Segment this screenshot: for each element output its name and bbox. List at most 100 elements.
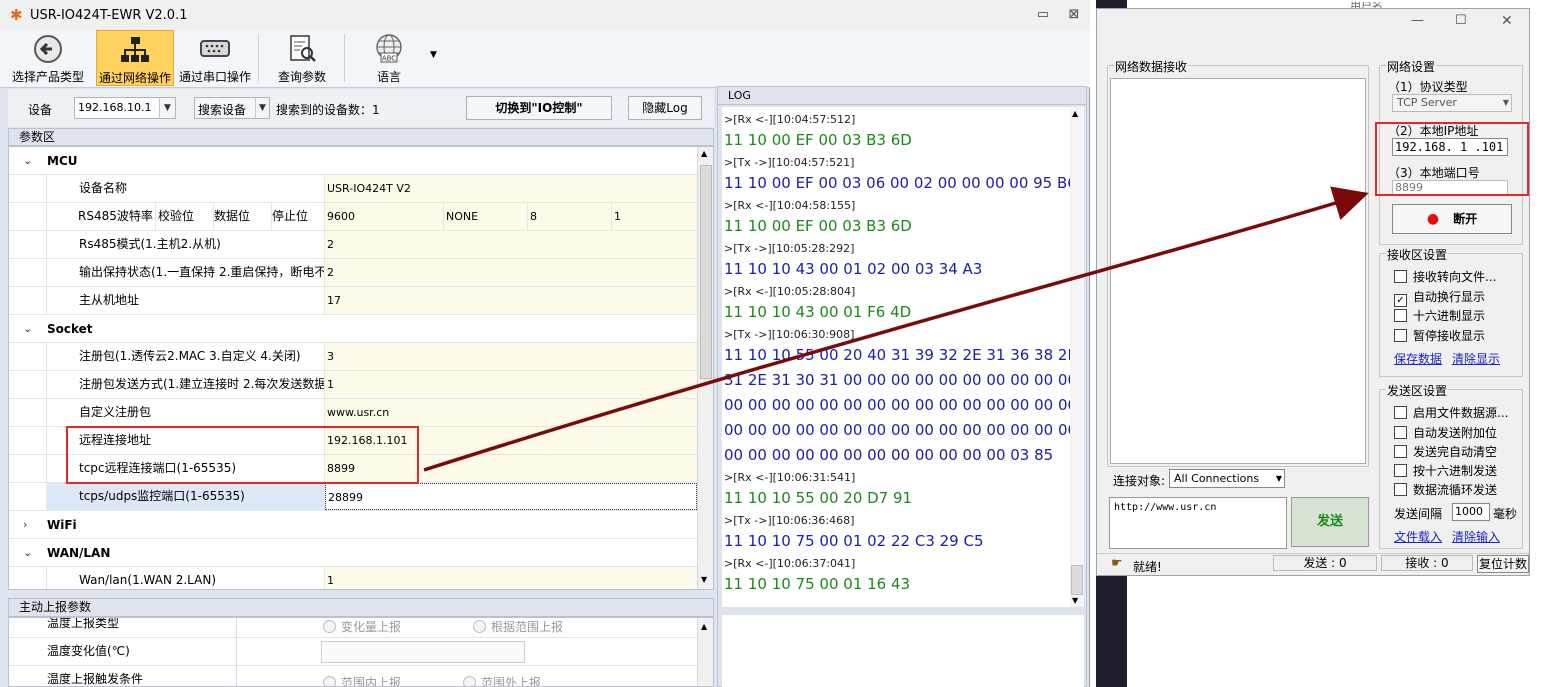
switch-io-control-button[interactable]: 切换到"IO控制": [466, 96, 612, 120]
param-value[interactable]: USR-IO424T V2: [325, 175, 697, 202]
send-textarea[interactable]: http://www.usr.cn: [1109, 497, 1287, 549]
param-grid-scrollbar[interactable]: ▲ ▼: [697, 147, 713, 589]
table-row[interactable]: 温度变化值(℃): [9, 638, 697, 666]
close-icon[interactable]: ✕: [1501, 13, 1513, 29]
group-name: WiFi: [47, 518, 77, 532]
hide-log-button[interactable]: 隐藏Log: [628, 96, 702, 120]
param-value[interactable]: 8: [527, 203, 611, 230]
radio-option[interactable]: 根据范围上报: [473, 618, 563, 635]
device-combo[interactable]: 192.168.10.1 ▼: [74, 97, 176, 119]
toolbar-serial-button[interactable]: 通过串口操作: [176, 30, 254, 86]
chevron-down-icon[interactable]: ⌄: [23, 154, 32, 167]
conn-label: 连接对象:: [1113, 474, 1166, 488]
search-device-button[interactable]: 搜索设备 ▼: [194, 97, 270, 119]
auto-wrap-checkbox[interactable]: 自动换行显示: [1394, 288, 1485, 307]
scroll-up-icon[interactable]: ▲: [701, 622, 707, 631]
temp-change-input[interactable]: [321, 641, 525, 663]
table-row[interactable]: Rs485模式(1.主机2.从机) 2: [9, 231, 697, 259]
interval-input[interactable]: 1000: [1452, 503, 1490, 521]
save-data-link[interactable]: 保存数据: [1394, 350, 1442, 367]
table-row[interactable]: 温度上报触发条件 范围内上报 范围外上报: [9, 666, 697, 686]
toolbar-query-button[interactable]: 查询参数: [264, 30, 340, 86]
table-row[interactable]: 自定义注册包 www.usr.cn: [9, 399, 697, 427]
chevron-down-icon[interactable]: ⌄: [23, 546, 32, 559]
param-value[interactable]: NONE: [443, 203, 527, 230]
param-value[interactable]: 28899: [325, 483, 697, 510]
radio-option[interactable]: 范围内上报: [323, 674, 401, 686]
group-socket[interactable]: ⌄ Socket: [9, 315, 697, 343]
loop-send-checkbox[interactable]: 数据流循环发送: [1394, 481, 1497, 498]
chevron-down-icon[interactable]: ▼: [1276, 470, 1282, 487]
language-dropdown-icon[interactable]: ▼: [430, 50, 437, 60]
table-row[interactable]: 输出保持状态(1.一直保持 2.重启保持，断电不 2: [9, 259, 697, 287]
pause-display-checkbox[interactable]: 暂停接收显示: [1394, 327, 1485, 344]
scrollbar-thumb[interactable]: [1071, 565, 1083, 595]
table-row[interactable]: 主从机地址 17: [9, 287, 697, 315]
minimize-button[interactable]: ▭: [1035, 8, 1051, 22]
param-value[interactable]: 3: [325, 343, 697, 370]
table-row[interactable]: 注册包(1.透传云2.MAC 3.自定义 4.关闭) 3: [9, 343, 697, 371]
recv-to-file-checkbox[interactable]: 接收转向文件...: [1394, 268, 1496, 285]
chevron-down-icon[interactable]: ▼: [159, 98, 175, 118]
append-bit-checkbox[interactable]: 自动发送附加位: [1394, 424, 1497, 441]
table-row[interactable]: 设备名称 USR-IO424T V2: [9, 175, 697, 203]
scroll-up-icon[interactable]: ▲: [701, 149, 707, 158]
toolbar-language-button[interactable]: ABC 语言: [352, 30, 426, 86]
table-row[interactable]: 温度上报类型 变化量上报 根据范围上报: [9, 618, 697, 638]
param-value[interactable]: 9600: [325, 203, 443, 230]
scrollbar-thumb[interactable]: [700, 165, 712, 379]
group-mcu[interactable]: ⌄ MCU: [9, 147, 697, 175]
param-value[interactable]: 1: [325, 371, 697, 398]
close-button[interactable]: ⊠: [1066, 8, 1082, 22]
recv-count: 接收 : 0: [1381, 555, 1473, 571]
radio-option[interactable]: 范围外上报: [463, 674, 541, 686]
param-value[interactable]: www.usr.cn: [325, 399, 697, 426]
param-value[interactable]: 2: [325, 259, 697, 286]
back-arrow-icon: [34, 35, 62, 63]
chevron-down-icon[interactable]: ▼: [255, 98, 269, 118]
minimize-icon[interactable]: —: [1411, 13, 1424, 28]
chevron-down-icon[interactable]: ▼: [1503, 95, 1509, 111]
proto-select[interactable]: TCP Server ▼: [1392, 94, 1512, 112]
report-grid: 温度上报类型 变化量上报 根据范围上报 温度变化值(℃) 温度上报触发条件 范围内上报…: [8, 617, 714, 687]
table-row[interactable]: RS485波特率 校验位 数据位 停止位 9600 NONE 8 1: [9, 203, 697, 231]
reset-count-button[interactable]: 复位计数: [1477, 555, 1529, 573]
param-key: 温度变化值(℃): [9, 638, 237, 665]
clear-display-link[interactable]: 清除显示: [1452, 350, 1500, 367]
query-doc-icon: [290, 35, 316, 62]
toolbar-select-product-button[interactable]: 选择产品类型: [8, 30, 88, 86]
chevron-right-icon[interactable]: ›: [23, 518, 27, 531]
hex-display-checkbox[interactable]: 十六进制显示: [1394, 307, 1485, 324]
param-value[interactable]: 17: [325, 287, 697, 314]
table-row[interactable]: Wan/lan(1.WAN 2.LAN) 1: [9, 567, 697, 589]
toolbar-network-button[interactable]: 通过网络操作: [96, 30, 174, 86]
conn-select[interactable]: All Connections ▼: [1169, 469, 1285, 488]
net-settings-title: 网络设置: [1386, 58, 1437, 75]
scroll-up-icon[interactable]: ▲: [1072, 109, 1078, 118]
param-value[interactable]: 1: [325, 567, 697, 589]
send-button[interactable]: 发送: [1291, 497, 1369, 547]
param-value[interactable]: 1: [611, 203, 697, 230]
group-wanlan[interactable]: ⌄ WAN/LAN: [9, 539, 697, 567]
hex-send-checkbox[interactable]: 按十六进制发送: [1394, 462, 1497, 479]
recv-textarea[interactable]: [1110, 78, 1366, 464]
clear-input-link[interactable]: 清除输入: [1452, 528, 1500, 545]
log-entry-header: >[Rx <-][10:05:28:804]: [724, 285, 856, 298]
table-row-selected[interactable]: tcps/udps监控端口(1-65535) 28899: [9, 483, 697, 511]
log-scrollbar[interactable]: ▲ ▼: [1070, 107, 1084, 607]
report-scrollbar[interactable]: ▲: [697, 618, 713, 686]
auto-clear-checkbox[interactable]: 发送完自动清空: [1394, 443, 1497, 460]
param-value[interactable]: 2: [325, 231, 697, 258]
toolbar-label: 通过串口操作: [178, 70, 251, 84]
scroll-down-icon[interactable]: ▼: [1072, 596, 1078, 605]
group-wifi[interactable]: › WiFi: [9, 511, 697, 539]
chevron-down-icon[interactable]: ⌄: [23, 322, 32, 335]
scroll-down-icon[interactable]: ▼: [701, 575, 707, 584]
maximize-icon[interactable]: ☐: [1455, 13, 1467, 28]
group-name: Socket: [47, 322, 93, 336]
file-source-checkbox[interactable]: 启用文件数据源...: [1394, 404, 1508, 421]
table-row[interactable]: 注册包发送方式(1.建立连接时 2.每次发送数据 1: [9, 371, 697, 399]
file-load-link[interactable]: 文件载入: [1394, 528, 1442, 545]
disconnect-button[interactable]: ● 断开: [1392, 204, 1512, 234]
radio-option[interactable]: 变化量上报: [323, 618, 401, 635]
